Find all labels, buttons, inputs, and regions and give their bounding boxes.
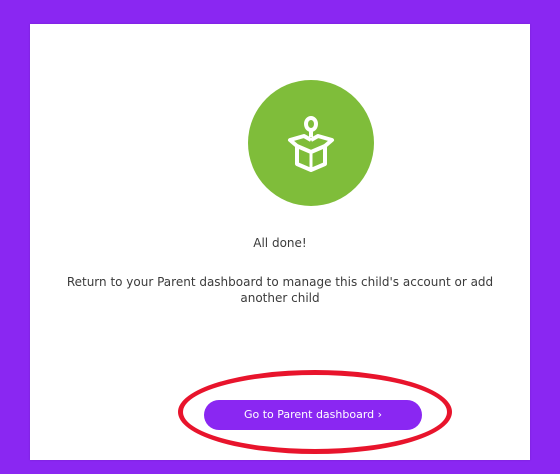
child-in-box-icon-graphic xyxy=(288,116,334,172)
completion-title: All done! xyxy=(253,236,307,250)
completion-message: Return to your Parent dashboard to manag… xyxy=(66,275,494,305)
completion-card: All done! Return to your Parent dashboar… xyxy=(30,24,530,460)
child-in-box-icon xyxy=(248,80,374,206)
go-to-parent-dashboard-button[interactable]: Go to Parent dashboard › xyxy=(204,400,422,430)
